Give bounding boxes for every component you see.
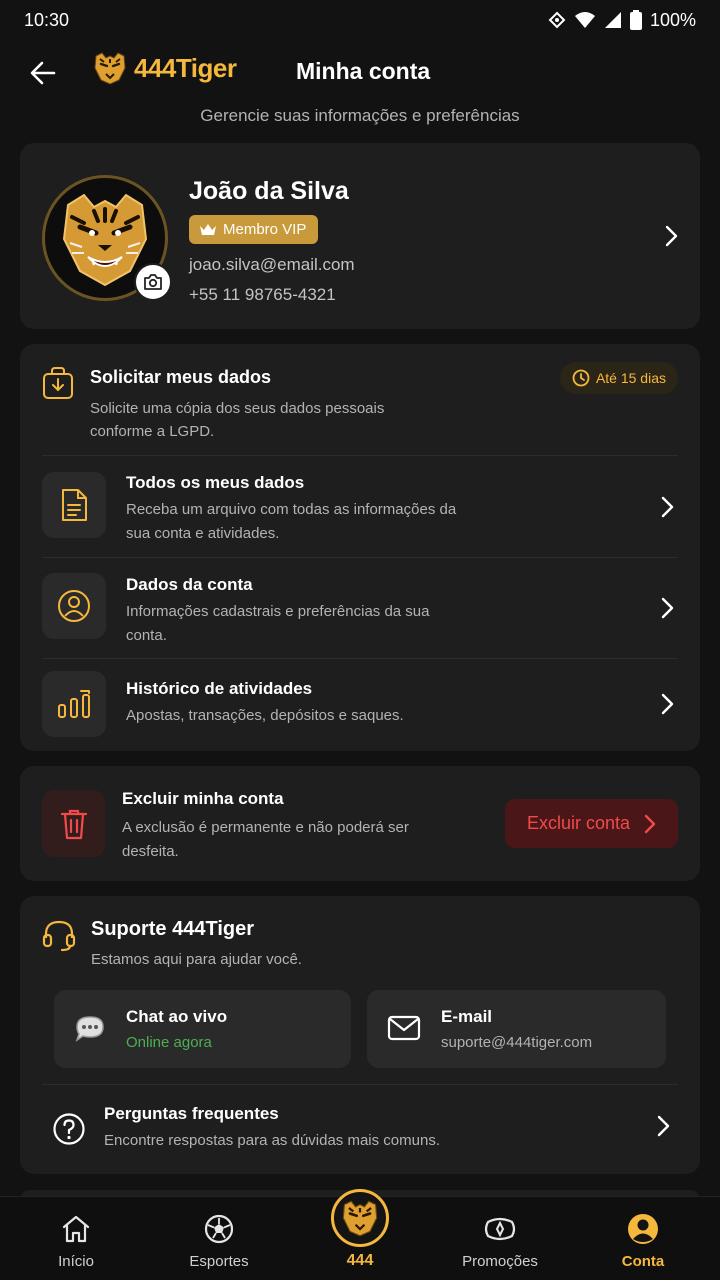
bar-chart-icon xyxy=(42,671,106,737)
camera-icon xyxy=(144,274,162,290)
data-item-account[interactable]: Dados da conta Informações cadastrais e … xyxy=(42,573,678,659)
faq-title[interactable]: Perguntas frequentes xyxy=(104,1104,279,1124)
item-title: Todos os meus dados xyxy=(126,473,305,492)
download-data-icon xyxy=(42,366,74,405)
headset-icon xyxy=(42,918,76,957)
soccer-ball-icon xyxy=(204,1213,234,1245)
chevron-right-icon xyxy=(660,693,674,720)
data-request-title: Solicitar meus dados xyxy=(90,367,272,387)
profile-card[interactable]: João da Silva Membro VIP joao.silva@emai… xyxy=(20,143,700,329)
brand-logo: 444Tiger xyxy=(92,50,237,86)
question-circle-icon xyxy=(52,1112,86,1151)
battery-icon xyxy=(629,10,642,30)
avatar-container xyxy=(42,175,172,301)
change-photo-button[interactable] xyxy=(134,263,172,301)
back-button[interactable] xyxy=(26,56,60,90)
data-request-description: Solicite uma cópia dos seus dados pessoa… xyxy=(90,400,385,440)
nav-item-444[interactable]: 444 xyxy=(305,1189,415,1280)
support-title: Suporte 444Tiger xyxy=(91,918,255,940)
nav-label: Esportes xyxy=(189,1253,249,1270)
email-title: E-mail xyxy=(441,1007,493,1026)
support-card: Suporte 444Tiger Estamos aqui para ajuda… xyxy=(20,896,700,1174)
gift-icon xyxy=(484,1213,516,1245)
data-request-card: Solicitar meus dados Solicite uma cópia … xyxy=(20,344,700,751)
item-description: Apostas, transações, depósitos e saques. xyxy=(126,707,404,724)
arrow-left-icon xyxy=(30,61,56,85)
chevron-right-icon xyxy=(664,225,678,252)
item-description: Informações cadastrais e preferências da… xyxy=(126,603,430,644)
support-description: Estamos aqui para ajudar você. xyxy=(91,951,302,968)
envelope-icon xyxy=(387,1014,421,1047)
status-bar: 10:30 100% xyxy=(0,0,720,40)
chevron-right-icon xyxy=(660,496,674,523)
delete-description: A exclusão é permanente e não poderá ser… xyxy=(122,819,409,860)
battery-level: 100% xyxy=(649,9,696,30)
nav-item-account[interactable]: Conta xyxy=(588,1197,698,1280)
crown-icon xyxy=(200,223,216,235)
page-title: Minha conta xyxy=(296,58,431,84)
live-chat-button[interactable]: Chat ao vivo Online agora xyxy=(54,990,351,1068)
nav-label: 444 xyxy=(346,1252,374,1269)
profile-name: João da Silva xyxy=(189,177,349,205)
nav-item-sports[interactable]: Esportes xyxy=(164,1197,274,1280)
nav-label: Promoções xyxy=(462,1253,538,1270)
data-item-all[interactable]: Todos os meus dados Receba um arquivo co… xyxy=(42,471,678,557)
faq-description: Encontre respostas para as dúvidas mais … xyxy=(104,1132,440,1149)
divider xyxy=(42,455,678,456)
document-icon xyxy=(42,472,106,538)
nav-item-home[interactable]: Início xyxy=(21,1197,131,1280)
delete-button-label: Excluir conta xyxy=(526,813,631,833)
chat-title: Chat ao vivo xyxy=(126,1007,228,1026)
chat-status: Online agora xyxy=(126,1034,212,1051)
profile-email: joao.silva@email.com xyxy=(189,255,355,274)
bottom-navigation: Início Esportes 444 Promoções Conta xyxy=(0,1189,720,1280)
logo-text: 444Tiger xyxy=(134,52,237,83)
location-icon xyxy=(548,11,566,29)
chevron-right-icon xyxy=(660,597,674,624)
tiger-logo-icon xyxy=(331,1189,389,1247)
wifi-icon xyxy=(574,12,595,28)
deadline-badge: Até 15 dias xyxy=(559,362,678,394)
delete-title: Excluir minha conta xyxy=(122,789,284,808)
item-description: Receba um arquivo com todas as informaçõ… xyxy=(126,501,457,542)
trash-icon xyxy=(42,790,105,857)
clock-icon xyxy=(572,369,590,387)
chevron-right-icon xyxy=(644,814,656,833)
profile-phone: +55 11 98765-4321 xyxy=(189,285,336,304)
page-subtitle: Gerencie suas informações e preferências xyxy=(200,106,520,125)
vip-badge: Membro VIP xyxy=(189,215,319,244)
nav-label: Conta xyxy=(621,1253,665,1270)
home-icon xyxy=(61,1213,91,1245)
delete-account-card: Excluir minha conta A exclusão é permane… xyxy=(20,766,700,881)
tiger-logo-icon xyxy=(94,52,126,85)
data-item-history[interactable]: Histórico de atividades Apostas, transaç… xyxy=(42,671,678,741)
email-support-button[interactable]: E-mail suporte@444tiger.com xyxy=(367,990,666,1068)
signal-icon xyxy=(604,12,621,28)
delete-account-button[interactable]: Excluir conta xyxy=(505,799,678,848)
account-icon xyxy=(627,1213,659,1245)
user-circle-icon xyxy=(42,573,106,639)
vip-badge-label: Membro VIP xyxy=(223,221,307,238)
nav-label: Início xyxy=(58,1253,94,1270)
divider xyxy=(42,557,678,558)
deadline-badge-label: Até 15 dias xyxy=(595,370,666,386)
chat-bubble-icon xyxy=(74,1014,106,1049)
chevron-right-icon[interactable] xyxy=(656,1115,670,1142)
status-time: 10:30 xyxy=(24,9,70,30)
nav-item-promotions[interactable]: Promoções xyxy=(445,1197,555,1280)
divider xyxy=(42,658,678,659)
status-icons: 100% xyxy=(548,10,696,31)
divider xyxy=(42,1084,678,1085)
item-title: Dados da conta xyxy=(126,575,253,594)
email-address: suporte@444tiger.com xyxy=(441,1034,593,1051)
app-header: 444Tiger Minha conta xyxy=(0,44,720,100)
item-title: Histórico de atividades xyxy=(126,679,313,698)
